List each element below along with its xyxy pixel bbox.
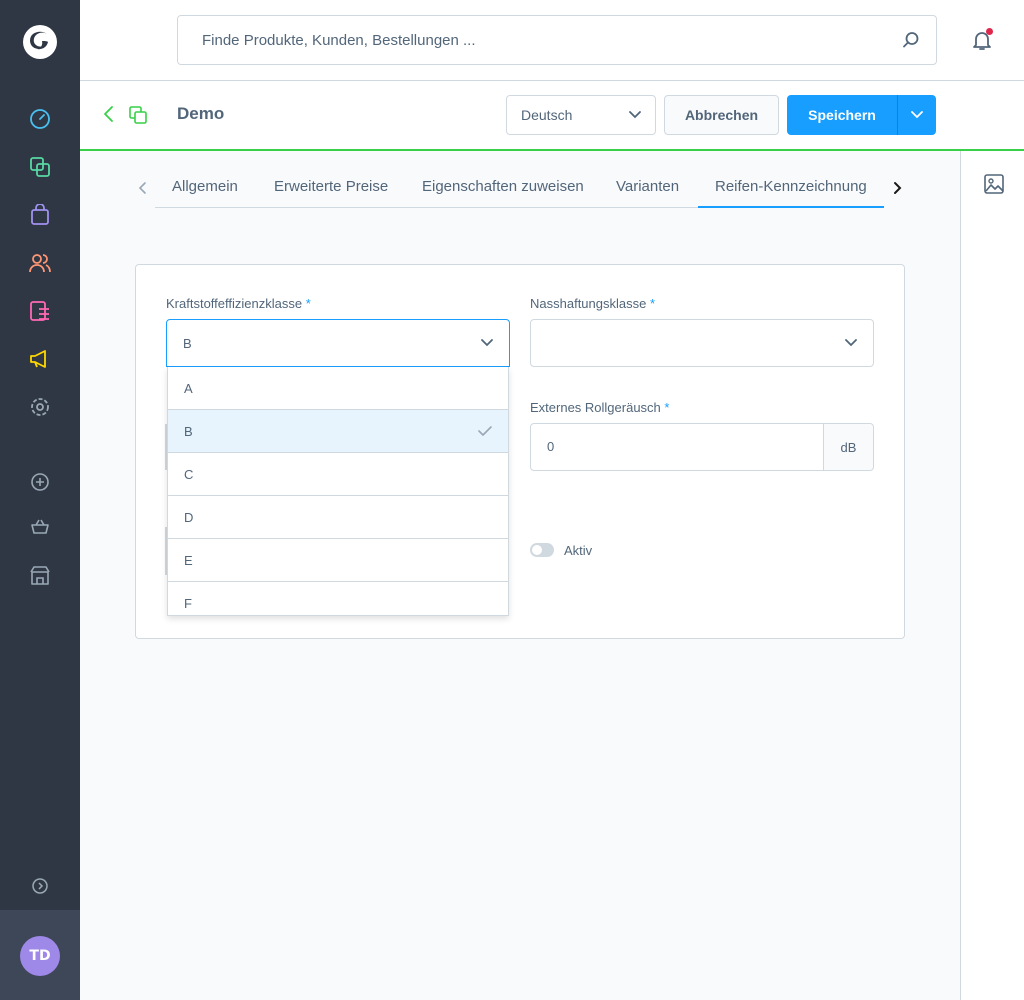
chevron-down-icon <box>481 339 493 347</box>
option-label: B <box>184 423 193 439</box>
active-tab-indicator <box>698 206 884 208</box>
storefront-icon[interactable] <box>27 562 53 588</box>
settings-icon[interactable] <box>27 394 53 420</box>
wet-grip-label: Nasshaftungsklasse * <box>530 296 655 311</box>
required-mark: * <box>664 400 670 415</box>
sidebar-right <box>960 151 1024 1000</box>
wet-grip-label-text: Nasshaftungsklasse <box>530 296 647 311</box>
dropdown-option-a[interactable]: A <box>168 367 508 410</box>
fuel-efficiency-label-text: Kraftstoffeffizienzklasse <box>166 296 303 311</box>
fuel-efficiency-label: Kraftstoffeffizienzklasse * <box>166 296 311 311</box>
option-label: A <box>184 380 193 396</box>
basket-icon[interactable] <box>27 514 53 540</box>
tab-erweiterte-preise[interactable]: Erweiterte Preise <box>274 178 388 195</box>
marketing-icon[interactable] <box>27 346 53 372</box>
global-search <box>177 15 937 65</box>
add-extension-icon[interactable] <box>27 469 53 495</box>
active-toggle[interactable] <box>530 543 554 557</box>
media-image-icon[interactable] <box>983 173 1005 195</box>
top-bar <box>80 0 1024 81</box>
avatar[interactable]: TD <box>20 936 60 976</box>
dropdown-option-b[interactable]: B <box>168 410 508 453</box>
active-toggle-label: Aktiv <box>564 543 593 558</box>
search-icon[interactable] <box>902 31 920 49</box>
option-label: D <box>184 509 194 525</box>
language-switch-value: Deutsch <box>521 107 573 123</box>
dropdown-option-c[interactable]: C <box>168 453 508 496</box>
option-label: F <box>184 596 192 611</box>
dropdown-option-f[interactable]: F <box>168 582 508 615</box>
save-button[interactable]: Speichern <box>787 95 897 135</box>
notifications-bell-icon[interactable] <box>970 28 994 52</box>
product-module-icon <box>129 106 147 124</box>
back-arrow-icon[interactable] <box>102 105 116 123</box>
wet-grip-select[interactable] <box>530 319 874 367</box>
chevron-down-icon <box>845 339 857 347</box>
tabs-scroll-right-icon[interactable] <box>891 180 903 196</box>
fuel-efficiency-select[interactable]: B <box>166 319 510 367</box>
smart-bar: Demo Deutsch Abbrechen Speichern <box>80 81 1024 151</box>
tab-varianten[interactable]: Varianten <box>616 178 679 195</box>
required-mark: * <box>305 296 311 311</box>
main-sidebar: TD <box>0 0 80 1000</box>
search-input[interactable] <box>202 16 882 64</box>
catalogues-icon[interactable] <box>27 154 53 180</box>
content-icon[interactable] <box>27 298 53 324</box>
rolling-noise-label: Externes Rollgeräusch * <box>530 400 669 415</box>
checkmark-icon <box>478 426 492 436</box>
notification-dot <box>986 28 993 35</box>
rolling-noise-unit: dB <box>823 424 873 470</box>
tab-reifen-kennzeichnung[interactable]: Reifen-Kennzeichnung <box>715 178 867 195</box>
tabs: Allgemein Erweiterte Preise Eigenschafte… <box>135 168 905 208</box>
fuel-efficiency-value: B <box>183 335 192 351</box>
save-options-button[interactable] <box>897 95 936 135</box>
option-label: E <box>184 552 193 568</box>
dropdown-option-e[interactable]: E <box>168 539 508 582</box>
customers-icon[interactable] <box>27 250 53 276</box>
sidebar-footer: TD <box>0 910 80 1000</box>
collapse-sidebar-icon[interactable] <box>27 873 53 899</box>
chevron-down-icon <box>911 111 923 119</box>
option-label: C <box>184 466 194 482</box>
orders-icon[interactable] <box>27 202 53 228</box>
cancel-button[interactable]: Abbrechen <box>664 95 779 135</box>
dashboard-icon[interactable] <box>27 106 53 132</box>
shopware-logo-icon[interactable] <box>22 24 58 60</box>
required-mark: * <box>649 296 656 311</box>
fuel-efficiency-dropdown: A B C D E F <box>167 367 509 616</box>
dropdown-option-d[interactable]: D <box>168 496 508 539</box>
rolling-noise-value[interactable]: 0 <box>547 439 554 454</box>
language-switch[interactable]: Deutsch <box>506 95 656 135</box>
tabs-scroll-left-icon[interactable] <box>137 180 149 196</box>
rolling-noise-label-text: Externes Rollgeräusch <box>530 400 661 415</box>
chevron-down-icon <box>629 111 641 119</box>
page-title: Demo <box>177 104 225 123</box>
rolling-noise-field[interactable]: 0 dB <box>530 423 874 471</box>
tab-allgemein[interactable]: Allgemein <box>172 178 238 195</box>
tab-eigenschaften-zuweisen[interactable]: Eigenschaften zuweisen <box>422 178 584 195</box>
